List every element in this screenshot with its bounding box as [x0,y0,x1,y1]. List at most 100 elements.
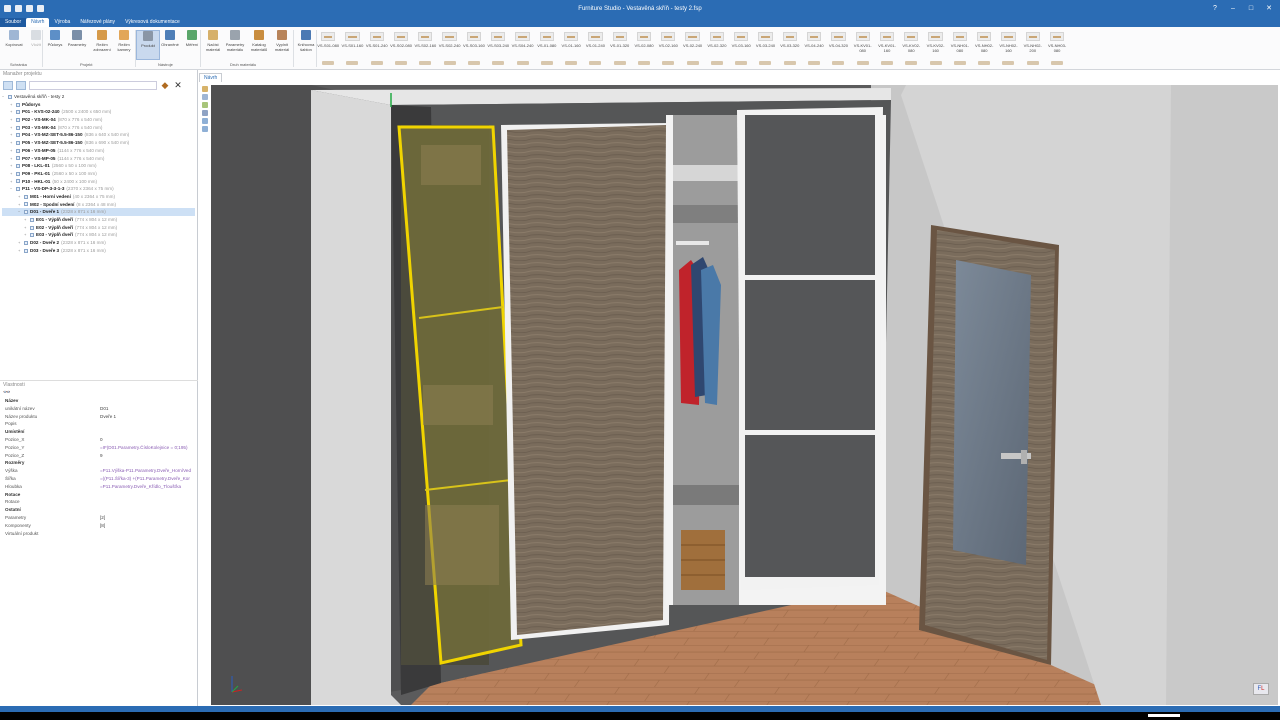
visibility-checkbox[interactable] [16,110,20,115]
floorplan-button[interactable]: Půdorys [43,30,67,60]
part-preview-icon[interactable] [559,61,583,67]
property-row[interactable]: Rozměry [0,459,198,467]
expand-toggle-icon[interactable]: + [18,239,22,247]
part-preview-icon[interactable] [948,61,972,67]
tree-item[interactable]: + E03 - Výplň dveří (774 x 804 x 12 mm) [2,231,195,239]
expand-toggle-icon[interactable]: + [24,231,28,239]
part-preview-icon[interactable] [875,61,899,67]
property-row[interactable]: Popis [0,420,198,428]
part-item[interactable]: VS-01-080 [535,30,559,52]
tree-item[interactable]: + P05 - VS-MZ-SET-5.5-86-150 (836 x 690 x … [2,139,195,147]
expand-toggle-icon[interactable]: + [10,124,14,132]
close-button[interactable]: ✕ [1264,4,1274,13]
part-preview-icon[interactable] [462,61,486,67]
tree-item[interactable]: + M01 - Horní vedení (40 x 2364 x 75 mm) [2,193,195,201]
tree-item[interactable]: + M02 - Spodní vedení (8 x 2364 x 48 mm) [2,201,195,209]
part-preview-icon[interactable] [851,61,875,67]
expand-toggle-icon[interactable]: − [10,185,14,193]
part-item[interactable]: VS-KV02-160 [923,30,947,53]
property-row[interactable]: Ostatní [0,506,198,514]
parameters-button[interactable]: Parametry [65,30,89,60]
part-preview-icon[interactable] [729,61,753,67]
expand-toggle-icon[interactable]: + [10,178,14,186]
search-input[interactable] [29,80,157,90]
property-row[interactable]: Komponenty [8] [0,522,198,530]
property-value[interactable]: =((P11.Šířka-3) +(P11.Parametry.Dveře_Ko… [100,475,190,483]
part-preview-icon[interactable] [923,61,947,67]
select-icon[interactable] [202,86,208,92]
product-button[interactable]: Produkt [136,30,160,60]
visibility-checkbox[interactable] [30,217,34,222]
expand-toggle-icon[interactable]: + [18,193,22,201]
part-item[interactable]: VS-04-320 [826,30,850,52]
visibility-checkbox[interactable] [16,179,20,184]
tree-item[interactable]: + E02 - Výplň dveří (774 x 804 x 12 mm) [2,224,195,232]
tab-navrh[interactable]: Návrh [26,18,50,27]
expand-toggle-icon[interactable]: + [10,116,14,124]
expand-icon[interactable] [3,80,13,90]
camera-mode-button[interactable]: Režim kamery [112,30,136,60]
load-material-button[interactable]: Načíst materiál [201,30,225,60]
part-item[interactable]: VS-03-320 [778,30,802,52]
visibility-checkbox[interactable] [24,210,28,215]
visibility-checkbox[interactable] [16,148,20,153]
tree-item[interactable]: + E01 - Výplň dveří (774 x 804 x 12 mm) [2,216,195,224]
part-item[interactable]: VS-04-240 [802,30,826,52]
expand-toggle-icon[interactable]: + [10,101,14,109]
fill-material-button[interactable]: Vyplnit materiál [270,30,294,60]
part-item[interactable]: VS-NH02-160 [996,30,1020,53]
part-item[interactable]: VS-S02-160 [413,30,437,52]
part-item[interactable]: VS-S02-240 [437,30,461,52]
visibility-checkbox[interactable] [16,187,20,192]
property-row[interactable]: Pozice_Z 9 [0,452,198,460]
part-item[interactable]: VS-NH02-200 [1021,30,1045,53]
tree-item[interactable]: + P06 - VS-MP-05 (1144 x 776 x 540 mm) [2,147,195,155]
display-mode-button[interactable]: Režim zobrazení [90,30,114,60]
property-row[interactable]: Parametry [2] [0,514,198,522]
part-item[interactable]: VS-KV01-080 [851,30,875,53]
part-preview-icon[interactable] [778,61,802,67]
part-item[interactable]: VS-S02-080 [389,30,413,52]
part-preview-icon[interactable] [316,61,340,67]
expand-toggle-icon[interactable]: + [10,170,14,178]
part-preview-icon[interactable] [996,61,1020,67]
expand-toggle-icon[interactable]: − [18,208,22,216]
part-item[interactable]: VS-NH02-080 [972,30,996,53]
part-item[interactable]: VS-S01-240 [365,30,389,52]
part-item[interactable]: VS-KV02-080 [899,30,923,53]
move-icon[interactable] [202,94,208,100]
pan-icon[interactable] [202,126,208,132]
part-preview-icon[interactable] [680,61,704,67]
part-preview-icon[interactable] [583,61,607,67]
glasses-icon[interactable]: 👓 [0,389,198,397]
expand-toggle-icon[interactable]: + [10,131,14,139]
visibility-checkbox[interactable] [24,202,28,207]
visibility-checkbox[interactable] [30,233,34,238]
expand-toggle-icon[interactable]: + [24,216,28,224]
edged-button[interactable]: Ohraněné [158,30,182,60]
part-item[interactable]: VS-01-320 [608,30,632,52]
part-preview-icon[interactable] [802,61,826,67]
part-item[interactable]: VS-S03-240 [486,30,510,52]
expand-toggle-icon[interactable]: + [18,201,22,209]
visibility-checkbox[interactable] [24,194,28,199]
part-item[interactable]: VS-S01-080 [316,30,340,52]
part-item[interactable]: VS-02-160 [656,30,680,52]
material-catalog-button[interactable]: Katalog materiálů [247,30,271,60]
property-row[interactable]: Pozice_Y =IF(D01.Parametry.ČísloKolejnice… [0,444,198,452]
tree-item[interactable]: + P03 - VS-MK-04 (870 x 776 x 540 mm) [2,124,195,132]
visibility-checkbox[interactable] [30,225,34,230]
part-preview-icon[interactable] [365,61,389,67]
part-item[interactable]: VS-03-240 [753,30,777,52]
part-item[interactable]: VS-KV01-160 [875,30,899,53]
property-row[interactable]: Virtuální produkt [0,530,198,538]
property-row[interactable]: unikátní název D01 [0,405,198,413]
visibility-checkbox[interactable] [16,125,20,130]
property-value[interactable]: [8] [100,522,105,530]
part-item[interactable]: VS-01-160 [559,30,583,52]
tree-item[interactable]: + P04 - VS-MZ-SET-5.5-86-150 (836 x 640 x … [2,131,195,139]
tree-item[interactable]: + Půdorys [2,101,195,109]
part-preview-icon[interactable] [1021,61,1045,67]
property-value[interactable]: D01 [100,405,108,413]
expand-toggle-icon[interactable]: + [10,162,14,170]
